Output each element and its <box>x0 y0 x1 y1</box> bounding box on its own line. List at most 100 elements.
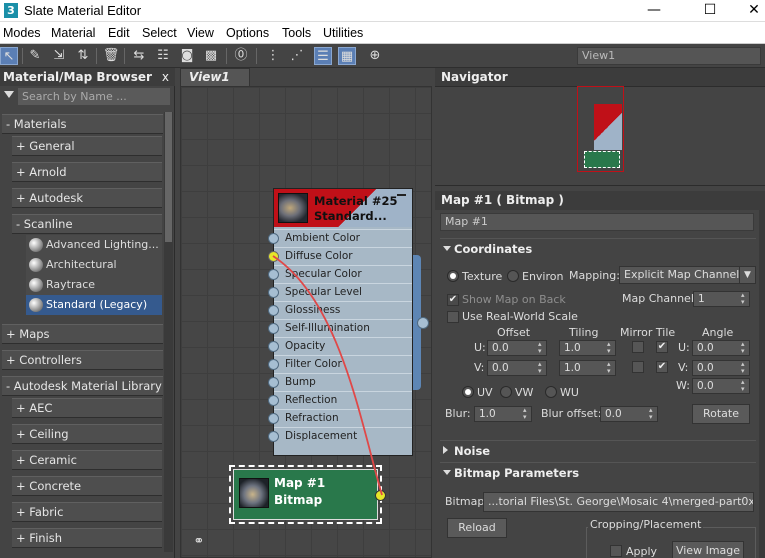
material-raytrace[interactable]: Raytrace <box>26 275 162 295</box>
tab-view1[interactable]: View1 <box>180 68 250 86</box>
input-socket[interactable] <box>268 323 279 334</box>
group-concrete[interactable]: + Concrete <box>12 476 162 496</box>
group-arnold[interactable]: + Arnold <box>12 162 162 182</box>
group-fabric[interactable]: + Fabric <box>12 502 162 522</box>
view-dropdown[interactable]: View1 <box>577 47 761 65</box>
input-socket-connected[interactable] <box>268 251 279 262</box>
blur-offset-spinner[interactable]: 0.0 <box>600 406 658 422</box>
menu-tools[interactable]: Tools <box>282 26 311 40</box>
layout-children-icon[interactable]: ⋰ <box>288 47 306 65</box>
select-tool-icon[interactable]: ↖ <box>0 47 18 65</box>
input-socket[interactable] <box>268 269 279 280</box>
group-controllers[interactable]: + Controllers <box>2 350 163 370</box>
search-options-icon[interactable] <box>4 91 14 98</box>
layout-all-icon[interactable]: ⋮ <box>264 47 282 65</box>
input-socket[interactable] <box>268 413 279 424</box>
background-icon[interactable]: ▩ <box>202 47 220 65</box>
group-ceiling[interactable]: + Ceiling <box>12 424 162 444</box>
input-socket[interactable] <box>268 287 279 298</box>
slot-specular-color[interactable]: Specular Color <box>268 265 412 283</box>
input-socket[interactable] <box>268 431 279 442</box>
v-angle-spinner[interactable]: 0.0 <box>692 360 750 376</box>
material-id-icon[interactable]: ⓪ <box>232 47 250 65</box>
group-materials[interactable]: - Materials <box>2 114 163 134</box>
group-maps[interactable]: + Maps <box>2 324 163 344</box>
browser-toggle-icon[interactable]: ☰ <box>314 47 332 65</box>
select-by-material-icon[interactable]: ⊕ <box>366 47 384 65</box>
delete-icon[interactable]: 🗑 <box>102 47 120 65</box>
texture-radio[interactable] <box>447 270 459 282</box>
slot-filter-color[interactable]: Filter Color <box>268 355 412 373</box>
input-socket[interactable] <box>268 395 279 406</box>
search-input[interactable]: Search by Name ... <box>18 88 170 105</box>
close-button[interactable]: ✕ <box>732 0 765 22</box>
w-angle-spinner[interactable]: 0.0 <box>692 378 750 394</box>
parameter-scrollbar[interactable] <box>759 210 765 558</box>
u-mirror-checkbox[interactable] <box>632 341 644 353</box>
map-channel-spinner[interactable]: 1 <box>693 291 750 307</box>
slot-reflection[interactable]: Reflection <box>268 391 412 409</box>
group-general[interactable]: + General <box>12 136 162 156</box>
map-name-field[interactable]: Map #1 <box>440 213 754 231</box>
input-socket[interactable] <box>268 377 279 388</box>
maximize-button[interactable]: ☐ <box>688 0 732 22</box>
rollout-bitmap-parameters[interactable]: Bitmap Parameters <box>440 462 756 482</box>
menu-select[interactable]: Select <box>142 26 177 40</box>
wu-radio[interactable] <box>545 386 557 398</box>
menu-view[interactable]: View <box>187 26 214 40</box>
input-socket[interactable] <box>268 341 279 352</box>
uv-radio[interactable] <box>462 386 474 398</box>
browser-close-icon[interactable]: x <box>162 68 169 86</box>
v-tiling-spinner[interactable]: 1.0 <box>559 360 616 376</box>
u-tiling-spinner[interactable]: 1.0 <box>559 340 616 356</box>
bitmap-path-button[interactable]: ...torial Files\St. George\Mosaic 4\merg… <box>483 492 754 512</box>
rotate-button[interactable]: Rotate <box>692 404 750 424</box>
slot-refraction[interactable]: Refraction <box>268 409 412 427</box>
input-socket[interactable] <box>268 233 279 244</box>
v-offset-spinner[interactable]: 0.0 <box>487 360 547 376</box>
view-image-button[interactable]: View Image <box>672 541 744 558</box>
assign-material-icon[interactable]: ⇲ <box>50 47 68 65</box>
minimize-button[interactable]: — <box>632 0 676 22</box>
group-autodesk[interactable]: + Autodesk <box>12 188 162 208</box>
rollout-coordinates[interactable]: Coordinates <box>440 238 756 258</box>
rollout-noise[interactable]: Noise <box>440 440 756 460</box>
u-angle-spinner[interactable]: 0.0 <box>692 340 750 356</box>
slot-self-illumination[interactable]: Self-Illumination <box>268 319 412 337</box>
v-tile-checkbox[interactable]: ✔ <box>656 361 668 373</box>
binoculars-icon[interactable]: ⚭ <box>190 534 208 552</box>
browser-scrollbar[interactable] <box>164 112 173 552</box>
material-standard-legacy[interactable]: Standard (Legacy) <box>26 295 162 315</box>
menu-utilities[interactable]: Utilities <box>323 26 363 40</box>
put-to-library-icon[interactable]: ⇅ <box>74 47 92 65</box>
collapse-icon[interactable] <box>397 194 406 196</box>
slot-glossiness[interactable]: Glossiness <box>268 301 412 319</box>
show-map-on-back-checkbox[interactable]: ✔ <box>447 294 459 306</box>
group-autodesk-material-library[interactable]: - Autodesk Material Library <box>2 376 163 396</box>
scrollbar-thumb[interactable] <box>165 112 172 242</box>
slot-opacity[interactable]: Opacity <box>268 337 412 355</box>
group-scanline[interactable]: - Scanline <box>12 214 162 234</box>
bitmap-node[interactable]: Map #1 Bitmap <box>229 465 386 524</box>
menu-material[interactable]: Material <box>51 26 95 40</box>
eyedropper-icon[interactable]: ✎ <box>26 47 44 65</box>
menu-options[interactable]: Options <box>226 26 269 40</box>
environ-radio[interactable] <box>507 270 519 282</box>
apply-checkbox[interactable] <box>610 545 622 557</box>
show-map-icon[interactable]: ◙ <box>178 47 196 65</box>
material-advanced-lighting[interactable]: Advanced Lighting... <box>26 235 162 255</box>
hide-slots-icon[interactable]: ☷ <box>154 47 172 65</box>
mapping-dropdown[interactable]: Explicit Map Channel ▼ <box>619 266 756 284</box>
material-architectural[interactable]: Architectural <box>26 255 162 275</box>
v-mirror-checkbox[interactable] <box>632 361 644 373</box>
slot-ambient-color[interactable]: Ambient Color <box>268 229 412 247</box>
move-children-icon[interactable]: ⇆ <box>130 47 148 65</box>
output-socket[interactable] <box>417 317 429 329</box>
real-world-scale-checkbox[interactable] <box>447 311 459 323</box>
u-tile-checkbox[interactable]: ✔ <box>656 341 668 353</box>
material-node-header[interactable]: Material #25 Standard... <box>274 189 412 227</box>
u-offset-spinner[interactable]: 0.0 <box>487 340 547 356</box>
menu-modes[interactable]: Modes <box>3 26 41 40</box>
slot-diffuse-color[interactable]: Diffuse Color <box>268 247 412 265</box>
slot-specular-level[interactable]: Specular Level <box>268 283 412 301</box>
